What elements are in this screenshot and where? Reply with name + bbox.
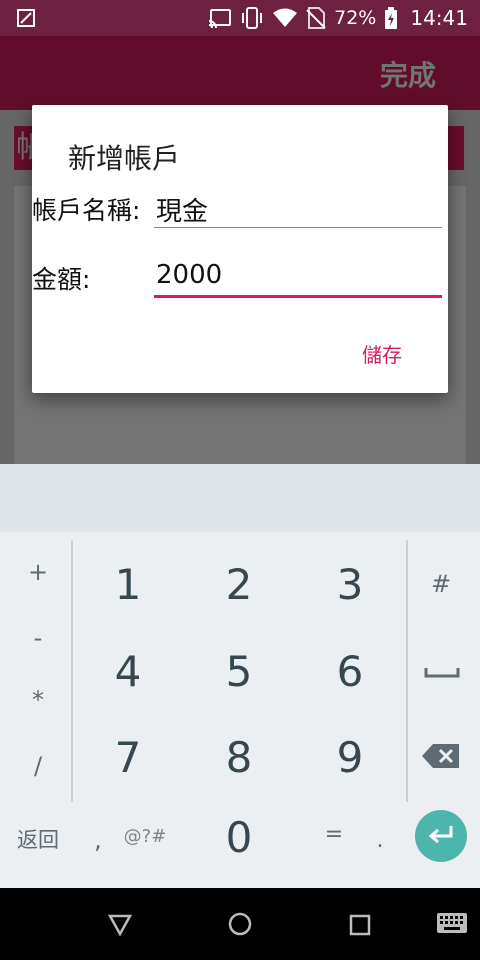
screenshot-edit-icon [17, 9, 35, 27]
space-icon[interactable] [424, 664, 460, 680]
navigation-bar [0, 888, 480, 960]
cast-icon [208, 9, 232, 28]
amount-input[interactable]: 2000 [154, 260, 442, 290]
clock: 14:41 [410, 6, 468, 30]
keyboard-switch-icon[interactable] [436, 912, 468, 936]
key-9[interactable]: 9 [310, 733, 390, 782]
key-2[interactable]: 2 [199, 560, 279, 609]
save-button[interactable]: 儲存 [362, 339, 402, 368]
key-divide[interactable]: / [18, 752, 58, 780]
key-3[interactable]: 3 [310, 560, 390, 609]
key-equals[interactable]: = [322, 822, 346, 847]
key-7[interactable]: 7 [88, 733, 168, 782]
enter-key[interactable] [415, 810, 467, 862]
home-circle-icon[interactable] [228, 912, 252, 936]
amount-underline [154, 295, 442, 298]
key-hash[interactable]: # [421, 570, 461, 598]
enter-icon [428, 826, 453, 844]
wifi-icon [273, 8, 298, 27]
key-4[interactable]: 4 [88, 647, 168, 696]
key-back[interactable]: 返回 [12, 824, 64, 854]
add-account-dialog: 新增帳戶 帳戶名稱: 現金 金額: 2000 儲存 [32, 105, 448, 393]
backspace-icon[interactable] [421, 742, 461, 770]
key-5[interactable]: 5 [199, 647, 279, 696]
key-6[interactable]: 6 [310, 647, 390, 696]
battery-icon [385, 7, 398, 29]
keyboard-divider-right [406, 540, 408, 802]
no-sim-icon [306, 7, 326, 29]
recents-square-icon[interactable] [349, 914, 371, 936]
keyboard-suggestion-strip [0, 464, 480, 532]
status-bar: 72% 14:41 [0, 0, 480, 36]
amount-label: 金額: [32, 265, 91, 294]
keyboard-divider-left [71, 540, 73, 802]
account-name-input[interactable]: 現金 [154, 191, 442, 228]
key-8[interactable]: 8 [199, 733, 279, 782]
key-comma[interactable]: , [88, 826, 108, 854]
account-name-label: 帳戶名稱: [32, 196, 141, 225]
back-triangle-icon[interactable] [108, 914, 132, 936]
key-symbols[interactable]: @?# [120, 826, 170, 847]
key-period[interactable]: . [372, 828, 388, 853]
key-plus[interactable]: + [18, 558, 58, 586]
vibrate-icon [242, 7, 263, 29]
battery-percent: 72% [334, 7, 377, 29]
key-0[interactable]: 0 [199, 813, 279, 862]
dialog-title: 新增帳戶 [68, 142, 181, 175]
account-name-underline [154, 227, 442, 228]
key-1[interactable]: 1 [88, 560, 168, 609]
key-minus[interactable]: - [18, 624, 58, 652]
key-multiply[interactable]: * [18, 686, 58, 714]
